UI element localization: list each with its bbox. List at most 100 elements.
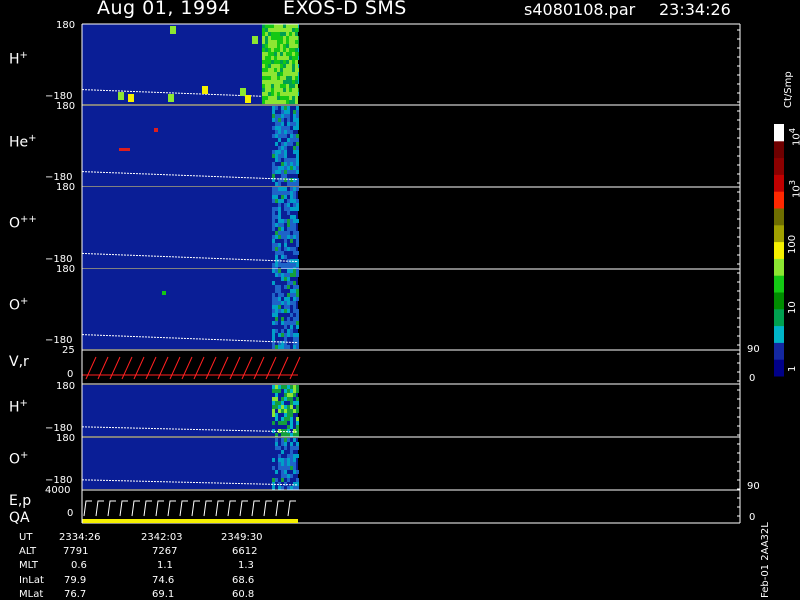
- spectrogram-cell: [284, 285, 287, 289]
- spectrogram-cell: [290, 122, 293, 126]
- spectrogram-cell: [262, 40, 265, 44]
- spectrogram-cell: [268, 24, 271, 28]
- colorbar-unit: Ct/Smp: [783, 71, 794, 108]
- spectrogram-cell: [277, 60, 280, 64]
- spectrogram-cell: [265, 84, 268, 88]
- footer-ut-1: 2334:26: [59, 532, 101, 543]
- spectrogram-cell: [287, 126, 290, 130]
- spectrogram-cell: [287, 454, 290, 458]
- spectrogram-cell: [275, 345, 278, 349]
- spectrogram-cell: [272, 187, 275, 191]
- spectrogram-cell: [268, 36, 271, 40]
- spectrogram-cell: [278, 223, 281, 227]
- spectrogram-cell: [293, 134, 296, 138]
- spectrogram-cell: [278, 134, 281, 138]
- spectrogram-cell: [290, 389, 293, 393]
- tick-op-max: 180: [56, 264, 76, 275]
- spectrogram-cell: [289, 28, 292, 32]
- spectrogram-cell: [296, 138, 299, 142]
- spectrogram-cell: [262, 88, 265, 92]
- spectrogram-cell: [286, 64, 289, 68]
- spectrogram-cell: [287, 110, 290, 114]
- colorbar-label-10: 10: [787, 301, 798, 314]
- spectrogram-cell: [290, 393, 293, 397]
- spectrogram-cell: [272, 150, 275, 154]
- spectrogram-cell: [293, 273, 296, 277]
- spectrogram-cell: [265, 56, 268, 60]
- spectrogram-cell: [293, 438, 296, 442]
- spectrogram-cell: [287, 158, 290, 162]
- spectrogram-cell: [296, 421, 299, 425]
- spectrogram-cell: [293, 223, 296, 227]
- spectrogram-cell: [287, 413, 290, 417]
- spectrogram-cell: [275, 317, 278, 321]
- spectrogram-cell: [275, 329, 278, 333]
- spectrogram-cell: [284, 446, 287, 450]
- spectrogram-cell: [265, 100, 268, 104]
- spectrogram-cell: [286, 72, 289, 76]
- spectrogram-cell: [296, 401, 299, 405]
- spectrogram-cell: [274, 60, 277, 64]
- spectrogram-cell: [272, 345, 275, 349]
- spectrogram-cell: [271, 28, 274, 32]
- spectrogram-cell: [278, 301, 281, 305]
- spectrogram-cell: [295, 100, 298, 104]
- spectrogram-cell: [290, 401, 293, 405]
- spectrogram-cell: [274, 36, 277, 40]
- spectrogram-cell: [293, 393, 296, 397]
- spectrogram-cell: [275, 393, 278, 397]
- spectrogram-cell: [284, 263, 287, 267]
- spectrogram-cell: [287, 207, 290, 211]
- spectrogram-cell: [289, 44, 292, 48]
- spectrogram-cell: [290, 219, 293, 223]
- spectrogram-cell: [278, 203, 281, 207]
- spectrogram-cell: [281, 231, 284, 235]
- spectrogram-cell: [284, 409, 287, 413]
- spectrogram-cell: [278, 227, 281, 231]
- spectrogram-cell: [290, 235, 293, 239]
- footer-mlat-2: 69.1: [152, 589, 175, 600]
- spectrogram-cell: [290, 486, 293, 490]
- spectrogram-cell: [295, 76, 298, 80]
- spectrogram-cell: [293, 454, 296, 458]
- spectrogram-cell: [281, 317, 284, 321]
- spectrogram-bg-o2: [82, 438, 298, 489]
- spectrogram-cell: [278, 231, 281, 235]
- spectrogram-cell: [296, 122, 299, 126]
- spectrogram-cell: [293, 114, 296, 118]
- spectrogram-cell: [274, 40, 277, 44]
- spectrogram-cell: [290, 458, 293, 462]
- spectrogram-cell: [278, 333, 281, 337]
- spectrogram-cell: [272, 269, 275, 273]
- spectrogram-cell: [284, 429, 287, 433]
- spectrogram-cell: [278, 385, 281, 389]
- spectrogram-cell: [274, 76, 277, 80]
- spectrogram-cell: [290, 409, 293, 413]
- spectrogram-cell: [272, 243, 275, 247]
- footer-mlt-label: MLT: [19, 560, 38, 571]
- footer-mlt-1: 0.6: [71, 560, 87, 571]
- spectrogram-cell: [274, 52, 277, 56]
- spectrogram-cell: [283, 32, 286, 36]
- spectrogram-cell: [290, 215, 293, 219]
- spectrogram-cell: [287, 462, 290, 466]
- spectrogram-cell: [296, 385, 299, 389]
- spectrogram-cell: [275, 182, 278, 186]
- spectrogram-cell: [293, 345, 296, 349]
- colorbar-label-100: 100: [787, 234, 798, 254]
- spectrogram-cell: [292, 60, 295, 64]
- spectrogram-cell: [281, 162, 284, 166]
- spectrogram-cell: [293, 333, 296, 337]
- spectrogram-cell: [268, 88, 271, 92]
- spectrogram-cell: [271, 48, 274, 52]
- spectrogram-cell: [281, 199, 284, 203]
- spectrogram-cell: [289, 52, 292, 56]
- spectrogram-cell: [284, 239, 287, 243]
- spectrogram-cell: [272, 219, 275, 223]
- spectrogram-cell: [271, 92, 274, 96]
- spectrogram-cell: [293, 126, 296, 130]
- spectrogram-cell: [272, 486, 275, 490]
- spectrogram-cell: [284, 231, 287, 235]
- spectrogram-cell: [275, 154, 278, 158]
- spectrogram-cell: [272, 333, 275, 337]
